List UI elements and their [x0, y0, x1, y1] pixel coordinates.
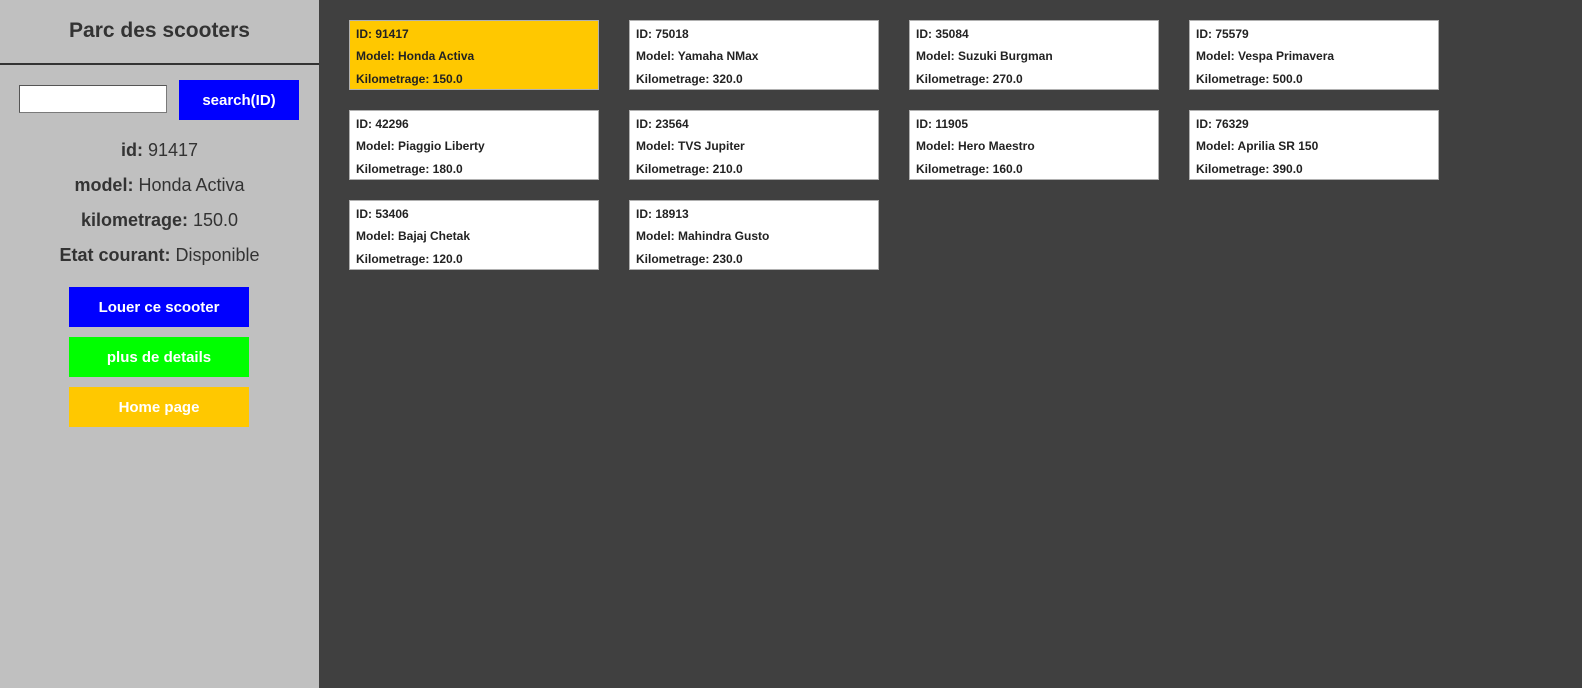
scooter-card-kilometrage: Kilometrage: 180.0	[356, 161, 463, 176]
scooter-grid: ID: 91417 Model: Honda Activa Kilometrag…	[349, 20, 1439, 270]
scooter-card-model: Model: Yamaha NMax	[636, 49, 759, 64]
detail-model-value: Honda Activa	[138, 175, 245, 195]
scooter-card[interactable]: ID: 11905 Model: Hero Maestro Kilometrag…	[909, 110, 1159, 180]
detail-id-label: id:	[120, 140, 143, 160]
detail-model-label: model:	[74, 175, 134, 195]
scooter-card-model: Model: Piaggio Liberty	[356, 139, 485, 154]
scooter-card-kilometrage: Kilometrage: 160.0	[916, 161, 1023, 176]
scooter-card-model: Model: Honda Activa	[356, 49, 475, 64]
detail-etat-label: Etat courant:	[59, 245, 171, 265]
scooter-card-id: ID: 76329	[1196, 117, 1249, 131]
sidebar-divider	[0, 63, 319, 65]
scooter-card-model: Model: TVS Jupiter	[636, 139, 745, 154]
sidebar: Parc des scooters search(ID) id: 91417 m…	[0, 0, 319, 688]
scooter-card[interactable]: ID: 75579 Model: Vespa Primavera Kilomet…	[1189, 20, 1439, 90]
scooter-card-kilometrage: Kilometrage: 500.0	[1196, 71, 1303, 86]
detail-kilometrage-label: kilometrage:	[80, 210, 188, 230]
scooter-card[interactable]: ID: 76329 Model: Aprilia SR 150 Kilometr…	[1189, 110, 1439, 180]
detail-etat: Etat courant: Disponible	[0, 245, 319, 266]
scooter-card[interactable]: ID: 75018 Model: Yamaha NMax Kilometrage…	[629, 20, 879, 90]
detail-id-value: 91417	[147, 140, 199, 160]
rent-scooter-button[interactable]: Louer ce scooter	[69, 287, 249, 327]
detail-id: id: 91417	[0, 140, 319, 161]
scooter-card[interactable]: ID: 23564 Model: TVS Jupiter Kilometrage…	[629, 110, 879, 180]
scooter-card-kilometrage: Kilometrage: 120.0	[356, 251, 463, 266]
scooter-card-kilometrage: Kilometrage: 320.0	[636, 71, 743, 86]
search-button[interactable]: search(ID)	[179, 80, 299, 120]
scooter-card-id: ID: 18913	[636, 207, 689, 221]
scooter-card-id: ID: 35084	[916, 27, 969, 41]
search-input[interactable]	[19, 85, 167, 113]
scooter-card-model: Model: Suzuki Burgman	[916, 49, 1053, 64]
more-details-button[interactable]: plus de details	[69, 337, 249, 377]
scooter-card[interactable]: ID: 53406 Model: Bajaj Chetak Kilometrag…	[349, 200, 599, 270]
detail-kilometrage-value: 150.0	[193, 210, 239, 230]
scooter-card-id: ID: 11905	[916, 117, 969, 131]
scooter-card[interactable]: ID: 42296 Model: Piaggio Liberty Kilomet…	[349, 110, 599, 180]
scooter-card-id: ID: 23564	[636, 117, 689, 131]
scooter-card-id: ID: 53406	[356, 207, 409, 221]
sidebar-title: Parc des scooters	[69, 19, 250, 42]
scooter-card-model: Model: Hero Maestro	[916, 139, 1035, 154]
scooter-card-kilometrage: Kilometrage: 210.0	[636, 161, 743, 176]
scooter-card-id: ID: 42296	[356, 117, 409, 131]
scooter-list-panel: ID: 91417 Model: Honda Activa Kilometrag…	[319, 0, 1582, 688]
scooter-card-kilometrage: Kilometrage: 150.0	[356, 71, 463, 86]
home-page-button[interactable]: Home page	[69, 387, 249, 427]
scooter-card[interactable]: ID: 35084 Model: Suzuki Burgman Kilometr…	[909, 20, 1159, 90]
detail-model: model: Honda Activa	[0, 175, 319, 196]
detail-kilometrage: kilometrage: 150.0	[0, 210, 319, 231]
detail-etat-value: Disponible	[175, 245, 260, 265]
scooter-card-id: ID: 91417	[356, 27, 409, 41]
scooter-card-model: Model: Vespa Primavera	[1196, 49, 1335, 64]
scooter-card-kilometrage: Kilometrage: 230.0	[636, 251, 743, 266]
scooter-card-model: Model: Mahindra Gusto	[636, 229, 770, 244]
scooter-card[interactable]: ID: 91417 Model: Honda Activa Kilometrag…	[349, 20, 599, 90]
scooter-card-model: Model: Aprilia SR 150	[1196, 139, 1319, 154]
scooter-card-kilometrage: Kilometrage: 390.0	[1196, 161, 1303, 176]
scooter-card-kilometrage: Kilometrage: 270.0	[916, 71, 1023, 86]
scooter-card-id: ID: 75579	[1196, 27, 1249, 41]
scooter-card[interactable]: ID: 18913 Model: Mahindra Gusto Kilometr…	[629, 200, 879, 270]
app-window: Parc des scooters search(ID) id: 91417 m…	[0, 0, 1582, 688]
scooter-card-id: ID: 75018	[636, 27, 689, 41]
scooter-card-model: Model: Bajaj Chetak	[356, 229, 471, 244]
